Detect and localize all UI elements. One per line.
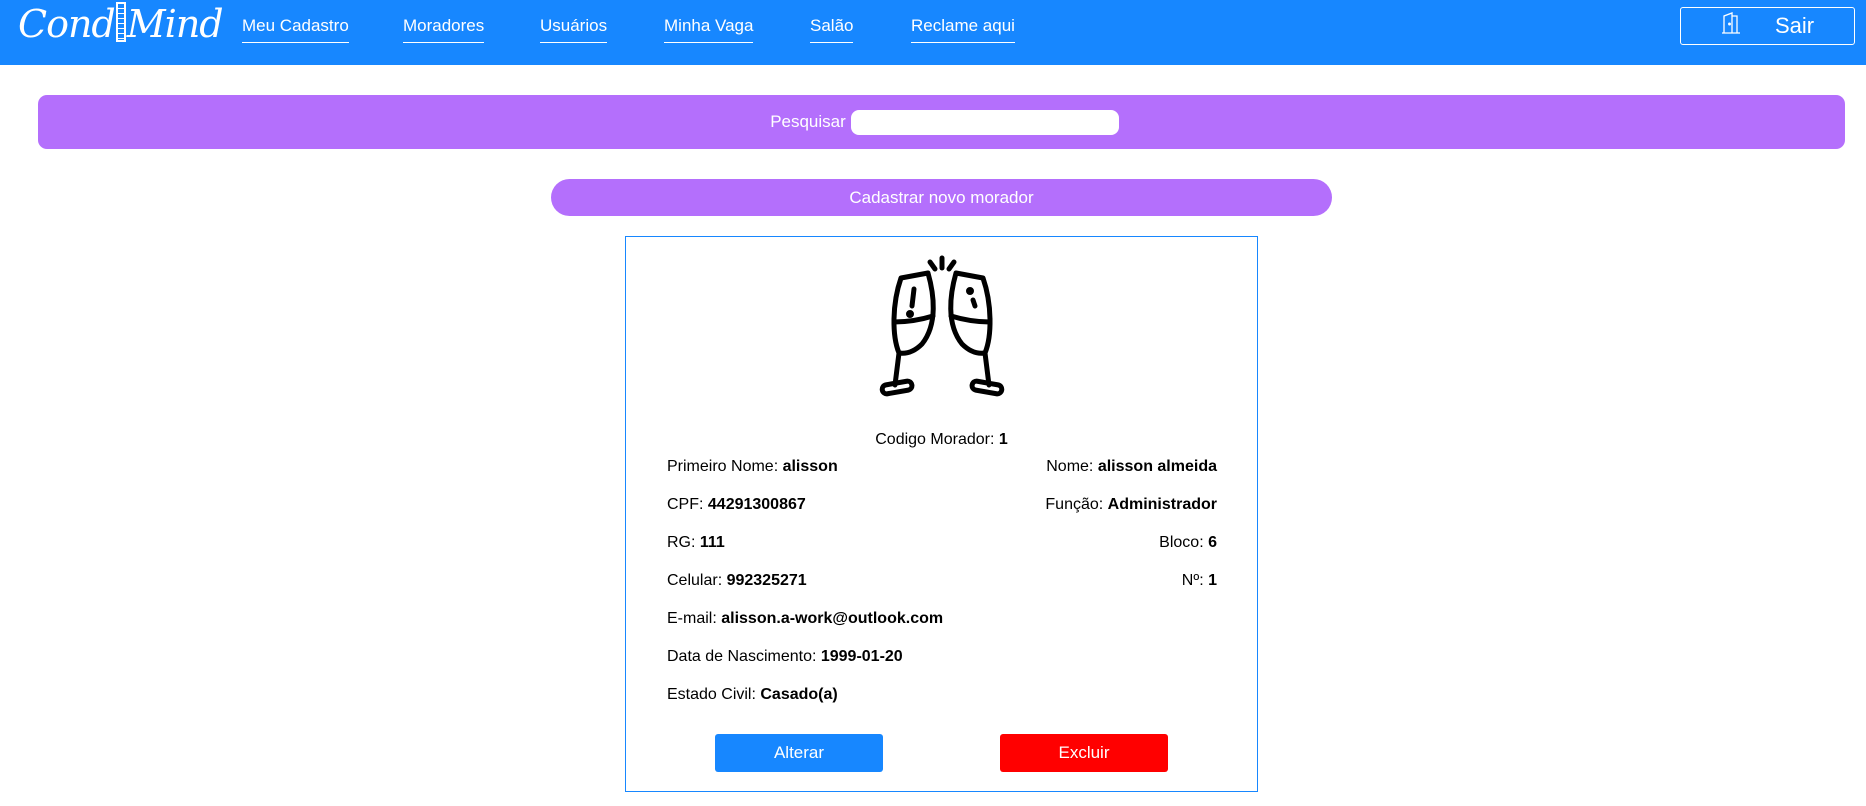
field-value: 992325271 [726, 572, 807, 589]
field-nome: Nome: alisson almeida [1046, 458, 1217, 476]
champagne-toast-icon [872, 254, 1012, 410]
condmind-logo[interactable]: Cond Mind [18, 2, 224, 46]
field-value: Casado(a) [760, 686, 838, 703]
field-celular: Celular: 992325271 [667, 572, 807, 590]
field-label: Nº: [1181, 572, 1209, 589]
field-value: 6 [1208, 534, 1217, 551]
nav-salao[interactable]: Salão [810, 16, 854, 43]
top-navbar: Cond Mind Meu Cadastro Moradores Usuários… [0, 0, 1866, 65]
logout-button[interactable]: Sair [1680, 7, 1855, 45]
field-label: CPF: [667, 496, 708, 513]
field-rg: RG: 111 [667, 534, 725, 552]
field-value: 1 [1208, 572, 1217, 589]
field-estado-civil: Estado Civil: Casado(a) [667, 686, 838, 704]
search-input[interactable] [850, 109, 1119, 135]
resident-card: Codigo Morador: 1 Primeiro Nome: alisson… [625, 236, 1258, 792]
field-email: E-mail: alisson.a-work@outlook.com [667, 610, 943, 628]
field-value: 44291300867 [707, 496, 806, 513]
field-label: Nome: [1046, 458, 1098, 475]
new-resident-button[interactable]: Cadastrar novo morador [551, 179, 1332, 216]
nav-usuarios[interactable]: Usuários [540, 16, 608, 43]
field-primeiro-nome: Primeiro Nome: alisson [667, 458, 838, 476]
nav-minha-vaga[interactable]: Minha Vaga [664, 16, 754, 43]
logo-text-right: Mind [126, 2, 224, 46]
field-funcao: Função: Administrador [1045, 496, 1217, 514]
field-label: E-mail: [667, 610, 722, 627]
edit-button[interactable]: Alterar [715, 734, 883, 772]
search-label: Pesquisar [770, 112, 846, 131]
field-label: Função: [1045, 496, 1108, 513]
field-numero: Nº: 1 [1182, 572, 1217, 590]
nav-meu-cadastro[interactable]: Meu Cadastro [242, 16, 349, 43]
field-bloco: Bloco: 6 [1159, 534, 1217, 552]
logout-label: Sair [1774, 13, 1815, 38]
field-value: alisson [782, 458, 838, 475]
field-label: RG: [667, 534, 700, 551]
logo-text-left: Cond [18, 2, 116, 46]
nav-reclame-aqui[interactable]: Reclame aqui [911, 16, 1015, 43]
field-cpf: CPF: 44291300867 [667, 496, 806, 514]
resident-code-value: 1 [998, 431, 1008, 448]
field-value: 111 [699, 534, 725, 551]
field-label: Primeiro Nome: [667, 458, 783, 475]
field-value: Administrador [1107, 496, 1217, 513]
field-value: alisson almeida [1097, 458, 1217, 475]
building-icon [115, 2, 126, 42]
door-exit-icon [1721, 12, 1741, 40]
search-bar: Pesquisar [38, 95, 1845, 149]
resident-code-label: Codigo Morador: [875, 431, 999, 448]
field-value: alisson.a-work@outlook.com [721, 610, 944, 627]
field-label: Estado Civil: [667, 686, 761, 703]
resident-code: Codigo Morador: 1 [626, 431, 1257, 449]
nav-moradores[interactable]: Moradores [403, 16, 485, 43]
field-label: Celular: [667, 572, 727, 589]
field-label: Data de Nascimento: [667, 648, 821, 665]
delete-button[interactable]: Excluir [1000, 734, 1168, 772]
field-value: 1999-01-20 [820, 648, 903, 665]
field-label: Bloco: [1159, 534, 1209, 551]
field-nascimento: Data de Nascimento: 1999-01-20 [667, 648, 903, 666]
